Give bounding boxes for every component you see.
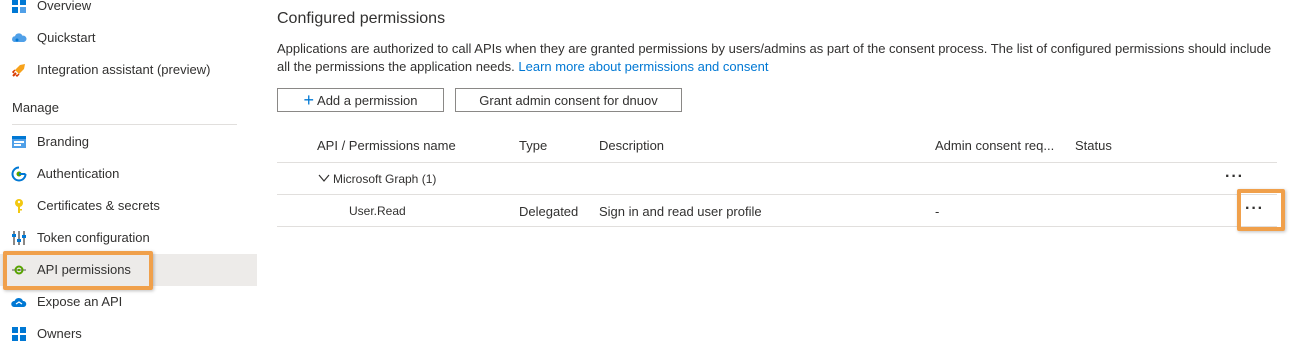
permission-description: Sign in and read user profile bbox=[599, 204, 762, 219]
sidebar-item-label: Overview bbox=[37, 0, 92, 13]
header-divider bbox=[277, 162, 1277, 163]
description: Applications are authorized to call APIs… bbox=[277, 40, 1272, 76]
token-config-icon bbox=[11, 230, 27, 246]
sidebar-item-label: Certificates & secrets bbox=[37, 198, 160, 213]
add-permission-label: Add a permission bbox=[317, 92, 418, 108]
cloud-api-icon bbox=[11, 294, 27, 310]
sidebar-item-label: Authentication bbox=[37, 166, 120, 181]
sidebar-item-label: Quickstart bbox=[37, 30, 96, 45]
sidebar: Overview Quickstart Integration assistan… bbox=[0, 0, 257, 341]
sidebar-item-label: Branding bbox=[37, 134, 90, 149]
grid-icon bbox=[11, 0, 27, 14]
sidebar-item-label: Owners bbox=[37, 326, 82, 341]
column-header-status[interactable]: Status bbox=[1075, 138, 1112, 153]
sidebar-item-overview[interactable]: Overview bbox=[0, 0, 257, 22]
sidebar-item-authentication[interactable]: Authentication bbox=[0, 158, 257, 190]
main-content: Configured permissions Applications are … bbox=[257, 0, 1297, 334]
owners-icon bbox=[11, 326, 27, 342]
column-header-api-permissions-name[interactable]: API / Permissions name bbox=[317, 138, 456, 153]
divider bbox=[12, 124, 237, 125]
plus-icon: + bbox=[303, 90, 315, 110]
column-header-description[interactable]: Description bbox=[599, 138, 664, 153]
rocket-icon bbox=[11, 62, 27, 78]
sidebar-item-quickstart[interactable]: Quickstart bbox=[0, 22, 257, 54]
group-more-button[interactable]: ··· bbox=[1225, 169, 1244, 185]
row-divider bbox=[277, 226, 1277, 227]
permission-type: Delegated bbox=[519, 204, 579, 219]
sidebar-item-branding[interactable]: Branding bbox=[0, 126, 257, 158]
row-divider bbox=[277, 194, 1277, 195]
column-header-admin-consent[interactable]: Admin consent req... bbox=[935, 138, 1054, 153]
sidebar-item-expose-an-api[interactable]: Expose an API bbox=[0, 286, 257, 318]
sidebar-item-label: Integration assistant (preview) bbox=[37, 62, 211, 77]
group-name[interactable]: Microsoft Graph (1) bbox=[333, 172, 436, 186]
row-more-button[interactable]: ··· bbox=[1245, 201, 1264, 217]
column-header-type[interactable]: Type bbox=[519, 138, 547, 153]
section-header-manage: Manage bbox=[12, 100, 59, 115]
learn-more-link[interactable]: Learn more about permissions and consent bbox=[518, 59, 768, 74]
sidebar-item-api-permissions[interactable]: API permissions bbox=[0, 254, 257, 286]
grant-admin-consent-label: Grant admin consent for dnuov bbox=[479, 92, 658, 108]
key-icon bbox=[11, 198, 27, 214]
chevron-down-icon[interactable] bbox=[318, 172, 330, 187]
description-text: Applications are authorized to call APIs… bbox=[277, 41, 1272, 74]
authentication-icon bbox=[11, 166, 27, 182]
cloud-icon bbox=[11, 30, 27, 46]
sidebar-item-label: Token configuration bbox=[37, 230, 150, 245]
api-permissions-icon bbox=[11, 262, 27, 278]
add-permission-button[interactable]: + Add a permission bbox=[277, 88, 444, 112]
permission-name-link[interactable]: User.Read bbox=[349, 204, 406, 218]
sidebar-item-label: Expose an API bbox=[37, 294, 123, 309]
grant-admin-consent-button[interactable]: Grant admin consent for dnuov bbox=[455, 88, 682, 112]
page-title: Configured permissions bbox=[277, 10, 446, 27]
sidebar-item-owners[interactable]: Owners bbox=[0, 318, 257, 350]
sidebar-item-token-configuration[interactable]: Token configuration bbox=[0, 222, 257, 254]
sidebar-item-label: API permissions bbox=[37, 262, 131, 277]
admin-consent-value: - bbox=[935, 204, 940, 219]
branding-icon bbox=[11, 134, 27, 150]
sidebar-item-integration-assistant[interactable]: Integration assistant (preview) bbox=[0, 54, 257, 86]
sidebar-item-certificates-secrets[interactable]: Certificates & secrets bbox=[0, 190, 257, 222]
